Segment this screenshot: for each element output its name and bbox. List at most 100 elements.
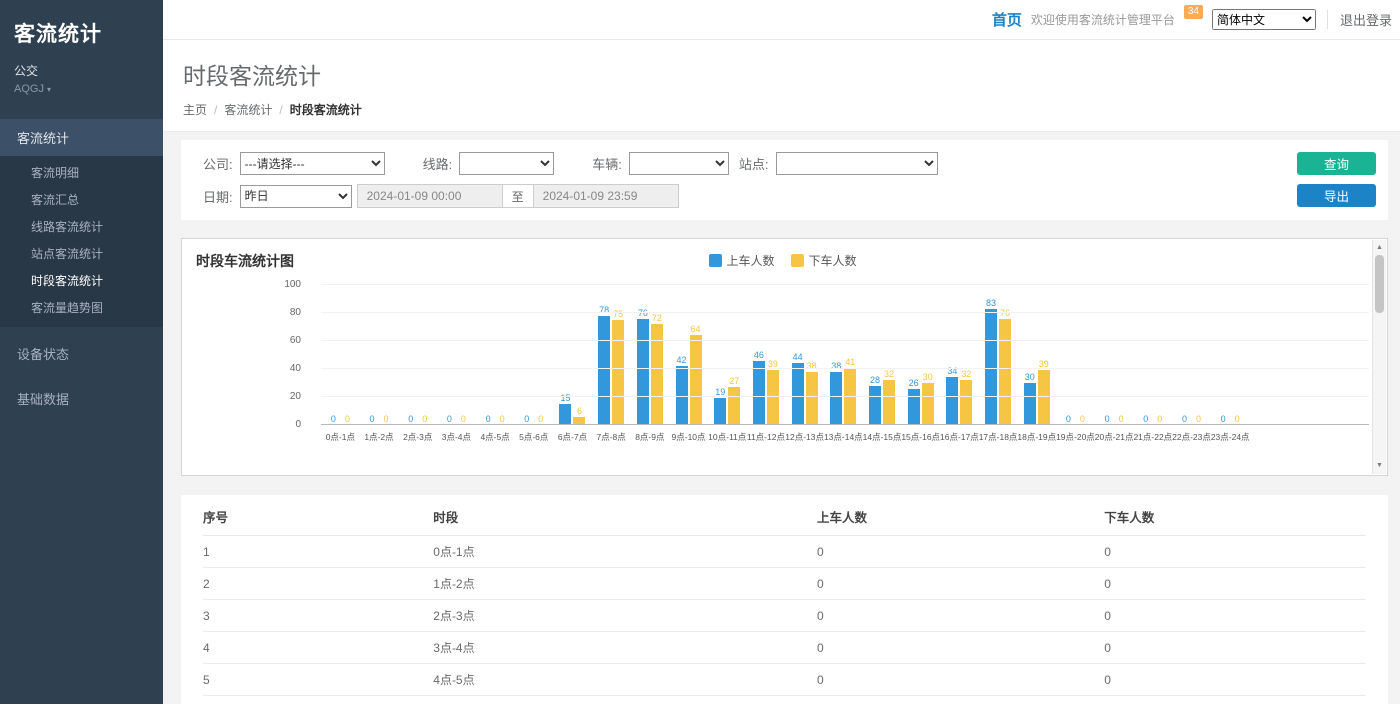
table-cell: 1点-2点 bbox=[433, 568, 817, 600]
scroll-down-icon[interactable]: ▼ bbox=[1373, 460, 1386, 472]
welcome-text: 欢迎使用客流统计管理平台 bbox=[1031, 11, 1175, 28]
table-cell: 0 bbox=[817, 632, 1104, 664]
sidebar-item[interactable]: 客流明细 bbox=[0, 159, 163, 186]
bar-wrap: 27 bbox=[728, 376, 740, 425]
chart-category-group: 0020点-21点 bbox=[1095, 285, 1134, 447]
bar-wrap: 75 bbox=[612, 309, 624, 425]
table-cell: 0 bbox=[817, 568, 1104, 600]
date-label: 日期: bbox=[203, 187, 233, 206]
bar-wrap: 76 bbox=[999, 308, 1011, 425]
bar-wrap: 78 bbox=[598, 305, 610, 425]
line-select[interactable] bbox=[459, 152, 554, 175]
chevron-down-icon: ▾ bbox=[47, 85, 51, 94]
legend-item[interactable]: 下车人数 bbox=[791, 252, 857, 269]
bar-value-label: 0 bbox=[1080, 414, 1085, 424]
chart-category-group: 263015点-16点 bbox=[901, 285, 940, 447]
table-cell: 0 bbox=[817, 696, 1104, 704]
sidebar-item[interactable]: 站点客流统计 bbox=[0, 240, 163, 267]
app-title: 客流统计 bbox=[14, 18, 149, 48]
bar-wrap: 26 bbox=[908, 378, 920, 425]
date-start-input[interactable] bbox=[357, 184, 503, 208]
bar-value-label: 44 bbox=[793, 352, 803, 362]
table-cell: 1 bbox=[203, 536, 433, 568]
table-header-row: 序号时段上车人数下车人数 bbox=[203, 497, 1366, 536]
vehicle-select[interactable] bbox=[629, 152, 729, 175]
sidebar-section-base-data[interactable]: 基础数据 bbox=[0, 380, 163, 417]
table-row: 32点-3点00 bbox=[203, 600, 1366, 632]
gridline bbox=[321, 340, 1369, 341]
x-axis-tick-label: 6点-7点 bbox=[553, 425, 592, 447]
bar-wrap: 72 bbox=[651, 313, 663, 425]
bar-value-label: 0 bbox=[1119, 414, 1124, 424]
sidebar-item[interactable]: 时段客流统计 bbox=[0, 267, 163, 294]
table-cell: 0 bbox=[1104, 568, 1366, 600]
bar bbox=[908, 389, 920, 425]
bar bbox=[946, 377, 958, 425]
notification-badge[interactable]: 34 bbox=[1184, 5, 1203, 19]
table-row: 43点-4点00 bbox=[203, 632, 1366, 664]
breadcrumb-item[interactable]: 客流统计 bbox=[224, 101, 272, 118]
data-table-panel: 序号时段上车人数下车人数 10点-1点0021点-2点0032点-3点0043点… bbox=[181, 495, 1388, 704]
company-select[interactable]: ---请选择--- bbox=[240, 152, 385, 175]
x-axis-line bbox=[321, 424, 1369, 425]
logout-link[interactable]: 退出登录 bbox=[1327, 10, 1392, 29]
chart-plot: 000点-1点001点-2点002点-3点003点-4点004点-5点005点-… bbox=[321, 285, 1369, 447]
bar-value-label: 0 bbox=[1221, 414, 1226, 424]
date-preset-select[interactable]: 昨日 bbox=[240, 185, 352, 208]
table-row: 54点-5点00 bbox=[203, 664, 1366, 696]
bar-value-label: 0 bbox=[461, 414, 466, 424]
legend-item[interactable]: 上车人数 bbox=[708, 252, 774, 269]
content: 公司: ---请选择--- 线路: 车辆: 站点: bbox=[163, 132, 1400, 704]
chart-category-group: 283214点-15点 bbox=[863, 285, 902, 447]
company-label: 公司: bbox=[203, 154, 233, 173]
x-axis-tick-label: 2点-3点 bbox=[398, 425, 437, 447]
bar-value-label: 30 bbox=[1025, 372, 1035, 382]
bar-value-label: 0 bbox=[1066, 414, 1071, 424]
scrollbar-thumb[interactable] bbox=[1375, 255, 1384, 313]
bar-value-label: 0 bbox=[408, 414, 413, 424]
bar bbox=[922, 383, 934, 425]
table-cell: 2点-3点 bbox=[433, 600, 817, 632]
x-axis-tick-label: 12点-13点 bbox=[785, 425, 824, 447]
chart-category-group: 005点-6点 bbox=[514, 285, 553, 447]
user-menu[interactable]: AQGJ ▾ bbox=[14, 83, 149, 95]
language-select[interactable]: 简体中文 bbox=[1212, 9, 1316, 30]
bar bbox=[1024, 383, 1036, 425]
bar-value-label: 28 bbox=[870, 375, 880, 385]
breadcrumb-item[interactable]: 主页 bbox=[183, 101, 207, 118]
x-axis-tick-label: 15点-16点 bbox=[901, 425, 940, 447]
vehicle-filter: 车辆: bbox=[592, 152, 729, 175]
table-row: 10点-1点00 bbox=[203, 536, 1366, 568]
sidebar-item[interactable]: 客流量趋势图 bbox=[0, 294, 163, 321]
bar-value-label: 15 bbox=[560, 393, 570, 403]
bar-value-label: 0 bbox=[538, 414, 543, 424]
sidebar-section-device-status[interactable]: 设备状态 bbox=[0, 335, 163, 372]
bar-value-label: 0 bbox=[1143, 414, 1148, 424]
table-cell: 4点-5点 bbox=[433, 664, 817, 696]
chart-category-group: 002点-3点 bbox=[398, 285, 437, 447]
bar-wrap: 39 bbox=[1038, 359, 1050, 425]
export-button[interactable]: 导出 bbox=[1297, 184, 1376, 207]
query-button[interactable]: 查询 bbox=[1297, 152, 1376, 175]
home-link[interactable]: 首页 bbox=[992, 9, 1022, 30]
sidebar-item[interactable]: 线路客流统计 bbox=[0, 213, 163, 240]
table-cell: 0 bbox=[1104, 664, 1366, 696]
bar bbox=[883, 380, 895, 425]
chart-category-group: 0021点-22点 bbox=[1133, 285, 1172, 447]
filter-row-1: 公司: ---请选择--- 线路: 车辆: 站点: bbox=[203, 152, 1374, 175]
table-cell: 0 bbox=[1104, 600, 1366, 632]
bar bbox=[999, 319, 1011, 425]
table-cell: 0点-1点 bbox=[433, 536, 817, 568]
date-end-input[interactable] bbox=[533, 184, 679, 208]
station-select[interactable] bbox=[776, 152, 938, 175]
sidebar-section-passenger-stats[interactable]: 客流统计 bbox=[0, 119, 163, 156]
table-cell: 0 bbox=[1104, 536, 1366, 568]
bar-value-label: 0 bbox=[1157, 414, 1162, 424]
bar-value-label: 78 bbox=[599, 305, 609, 315]
x-axis-tick-label: 16点-17点 bbox=[940, 425, 979, 447]
scroll-up-icon[interactable]: ▲ bbox=[1373, 242, 1386, 254]
chart-scrollbar[interactable]: ▲ ▼ bbox=[1372, 240, 1386, 474]
bar-value-label: 0 bbox=[384, 414, 389, 424]
sidebar-item[interactable]: 客流汇总 bbox=[0, 186, 163, 213]
bar-value-label: 6 bbox=[577, 406, 582, 416]
